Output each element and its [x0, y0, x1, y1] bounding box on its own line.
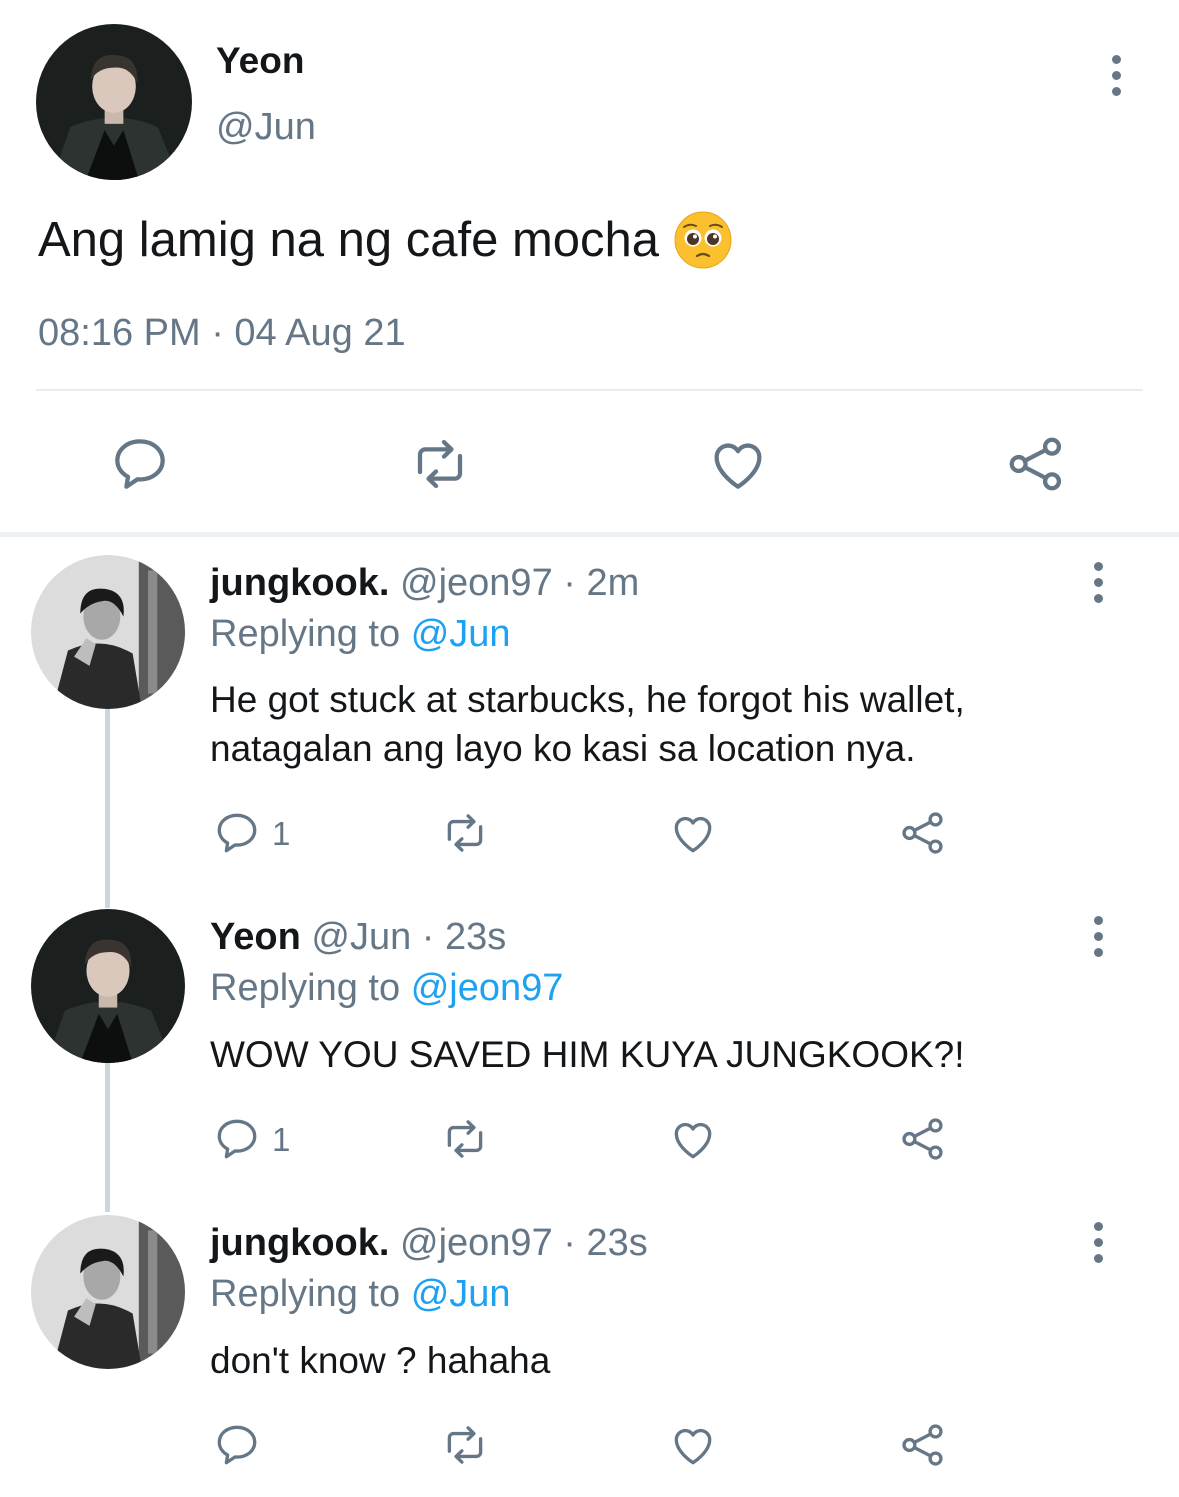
replying-label: Replying to [210, 1273, 401, 1315]
share-icon[interactable] [1004, 432, 1068, 496]
reply-count: 1 [272, 1121, 291, 1158]
mention-link[interactable]: @jeon97 [411, 967, 564, 1009]
reply-icon[interactable] [108, 432, 172, 496]
share-icon[interactable] [898, 1114, 948, 1164]
thread-line [105, 1062, 110, 1212]
avatar[interactable] [31, 909, 185, 1063]
user-handle[interactable]: @Jun [216, 106, 316, 149]
replying-label: Replying to [210, 613, 401, 655]
replying-to: Replying to @jeon97 [210, 967, 563, 1010]
divider [36, 389, 1143, 391]
tweet-text: Ang lamig na ng cafe mocha [38, 210, 733, 270]
display-name[interactable]: jungkook. [210, 562, 389, 604]
display-name[interactable]: Yeon [216, 40, 304, 82]
avatar[interactable] [31, 1215, 185, 1369]
retweet-icon[interactable] [408, 432, 472, 496]
like-icon[interactable] [668, 808, 718, 858]
reply-icon[interactable] [212, 808, 262, 858]
tweet-age: · 2m [563, 562, 640, 604]
section-divider [0, 532, 1179, 537]
more-options-icon[interactable] [1086, 1212, 1110, 1272]
like-icon[interactable] [706, 432, 770, 496]
mention-link[interactable]: @Jun [411, 613, 511, 655]
retweet-icon[interactable] [440, 1420, 490, 1470]
retweet-icon[interactable] [440, 1114, 490, 1164]
reply-header: jungkook. @jeon97 · 2m [210, 562, 639, 605]
more-options-icon[interactable] [1104, 45, 1128, 105]
replying-to: Replying to @Jun [210, 1273, 511, 1316]
user-handle[interactable]: @Jun [311, 916, 411, 958]
pleading-face-icon [673, 210, 733, 270]
tweet-text-content: Ang lamig na ng cafe mocha [38, 213, 660, 267]
user-handle[interactable]: @jeon97 [400, 1222, 553, 1264]
display-name[interactable]: Yeon [210, 916, 301, 958]
replying-label: Replying to [210, 967, 401, 1009]
tweet-timestamp: 08:16 PM · 04 Aug 21 [38, 312, 406, 354]
reply-header: jungkook. @jeon97 · 23s [210, 1222, 648, 1265]
reply-count: 1 [272, 815, 291, 852]
avatar[interactable] [31, 555, 185, 709]
more-options-icon[interactable] [1086, 552, 1110, 612]
share-icon[interactable] [898, 1420, 948, 1470]
tweet-age: · 23s [421, 916, 507, 958]
like-icon[interactable] [668, 1114, 718, 1164]
replying-to: Replying to @Jun [210, 613, 511, 656]
display-name[interactable]: jungkook. [210, 1222, 389, 1264]
reply-icon[interactable] [212, 1114, 262, 1164]
reply-icon[interactable] [212, 1420, 262, 1470]
mention-link[interactable]: @Jun [411, 1273, 511, 1315]
tweet-age: · 23s [563, 1222, 648, 1264]
share-icon[interactable] [898, 808, 948, 858]
reply-text: He got stuck at starbucks, he forgot his… [210, 679, 965, 769]
like-icon[interactable] [668, 1420, 718, 1470]
reply-text: WOW YOU SAVED HIM KUYA JUNGKOOK?! [210, 1034, 965, 1075]
reply-header: Yeon @Jun · 23s [210, 916, 506, 959]
retweet-icon[interactable] [440, 808, 490, 858]
thread-line [105, 708, 110, 908]
reply-text: don't know ? hahaha [210, 1340, 551, 1381]
user-handle[interactable]: @jeon97 [400, 562, 553, 604]
avatar[interactable] [36, 24, 192, 180]
more-options-icon[interactable] [1086, 906, 1110, 966]
